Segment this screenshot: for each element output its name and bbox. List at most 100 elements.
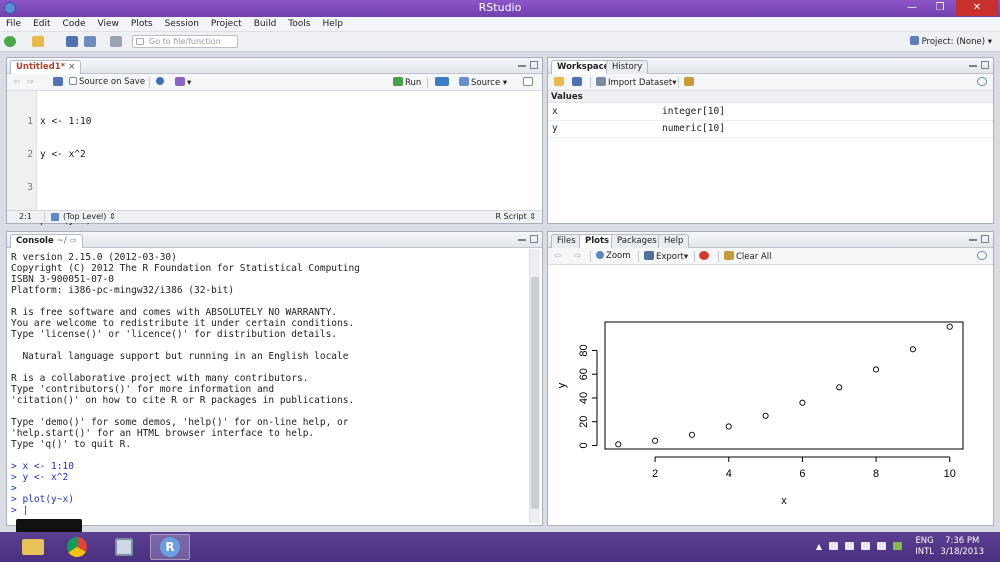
pane-minimize-icon[interactable] (969, 61, 977, 67)
save-workspace-icon[interactable] (572, 77, 584, 89)
code-tools-icon[interactable]: ▾ (175, 77, 191, 89)
tray-keyboard-icon[interactable] (829, 542, 838, 550)
pane-maximize-icon[interactable] (981, 61, 989, 69)
go-to-file-input[interactable]: Go to file/function (132, 35, 238, 48)
menu-plots[interactable]: Plots (125, 17, 159, 31)
back-arrow-icon[interactable]: ⇦ (13, 77, 20, 88)
code-line[interactable]: y <- x^2 (40, 149, 91, 160)
menu-session[interactable]: Session (159, 17, 205, 31)
tray-signal-icon[interactable] (861, 542, 870, 550)
tab-plots[interactable]: Plots (579, 234, 616, 248)
menu-tools[interactable]: Tools (282, 17, 316, 31)
new-file-icon[interactable] (4, 36, 16, 47)
refresh-icon[interactable] (977, 77, 989, 89)
editor-save-icon[interactable] (53, 77, 65, 89)
pane-maximize-icon[interactable] (530, 235, 538, 243)
save-icon[interactable] (66, 36, 78, 47)
source-on-save-checkbox[interactable]: Source on Save (69, 77, 145, 88)
show-hidden-icons-icon[interactable]: ▲ (816, 542, 822, 551)
taskbar-chrome[interactable] (58, 534, 98, 560)
console-line: > | (11, 505, 29, 516)
code-line[interactable]: x <- 1:10 (40, 116, 91, 127)
zoom-button[interactable]: Zoom (596, 251, 631, 262)
tab-help[interactable]: Help (658, 234, 690, 248)
run-button[interactable]: Run (393, 77, 421, 89)
pane-minimize-icon[interactable] (969, 235, 977, 241)
menu-view[interactable]: View (92, 17, 125, 31)
tab-files[interactable]: Files (551, 234, 582, 248)
taskbar-app[interactable] (104, 534, 144, 560)
pane-minimize-icon[interactable] (518, 235, 526, 241)
save-all-icon[interactable] (84, 36, 96, 47)
data-point (799, 399, 806, 406)
menu-edit[interactable]: Edit (27, 17, 56, 31)
tooltip-popup (16, 519, 82, 533)
y-tick-label: 40 (578, 392, 590, 404)
go-to-directory-icon[interactable]: ⇨ (70, 236, 77, 246)
console-line: > x <- 1:10 (11, 461, 74, 472)
find-icon[interactable] (156, 77, 166, 88)
console-line: Natural language support but running in … (11, 351, 349, 362)
scatter-plot: 2 4 6 8 10 0 20 40 60 80 x y (556, 321, 964, 507)
tray-network-icon[interactable] (845, 542, 854, 550)
language-indicator[interactable]: ENG INTL (915, 536, 934, 558)
import-dataset-button[interactable]: Import Dataset▾ (596, 77, 676, 89)
workspace-row[interactable]: x integer[10] (548, 104, 993, 121)
project-label: Project: (None) (921, 37, 986, 47)
menu-build[interactable]: Build (248, 17, 283, 31)
tab-console[interactable]: Console ~/ ⇨ (10, 234, 83, 248)
close-tab-icon[interactable]: × (68, 62, 75, 72)
console-output[interactable]: R version 2.15.0 (2012-03-30) Copyright (… (11, 252, 524, 516)
forward-arrow-icon[interactable]: ⇨ (27, 77, 34, 88)
taskbar-file-explorer[interactable] (12, 534, 52, 560)
workspace-row[interactable]: y numeric[10] (548, 121, 993, 138)
pane-maximize-icon[interactable] (981, 235, 989, 243)
minimize-button[interactable]: — (898, 0, 926, 16)
source-button[interactable]: Source ▾ (459, 77, 507, 89)
remove-plot-icon[interactable] (699, 251, 711, 263)
project-menu[interactable]: Project: (None) ▾ (909, 36, 992, 47)
scrollbar-thumb[interactable] (531, 277, 539, 509)
line-numbers: 1 2 3 4 (27, 116, 33, 226)
close-window-button[interactable]: ✕ (956, 0, 998, 16)
next-plot-icon[interactable]: ⇨ (574, 251, 581, 262)
previous-plot-icon[interactable]: ⇦ (554, 251, 561, 262)
tray-app-icon[interactable] (893, 542, 902, 550)
tab-untitled1[interactable]: Untitled1* × (10, 60, 82, 74)
refresh-icon[interactable] (977, 251, 989, 263)
console-line: You are welcome to redistribute it under… (11, 318, 355, 329)
filetype-selector[interactable]: R Script ⇕ (495, 211, 536, 223)
project-icon (909, 36, 919, 45)
scope-selector[interactable]: (Top Level) ⇕ (63, 211, 116, 223)
clear-all-button[interactable]: Clear All (724, 251, 771, 263)
broom-icon[interactable] (684, 77, 696, 89)
load-workspace-icon[interactable] (554, 77, 566, 89)
values-header: Values (548, 91, 993, 103)
taskbar-rstudio[interactable]: R (150, 534, 190, 560)
tray-volume-icon[interactable] (877, 542, 886, 550)
rerun-icon[interactable] (435, 77, 451, 89)
pane-maximize-icon[interactable] (530, 61, 538, 69)
open-folder-icon[interactable] (32, 36, 44, 47)
x-axis-label: x (781, 495, 787, 507)
y-tick-label: 60 (578, 368, 590, 380)
export-button[interactable]: Export▾ (644, 251, 688, 263)
code-line[interactable] (40, 182, 91, 193)
maximize-button[interactable]: ❐ (926, 0, 954, 16)
pane-minimize-icon[interactable] (518, 61, 526, 67)
menu-help[interactable]: Help (316, 17, 349, 31)
outline-icon[interactable] (523, 77, 535, 89)
print-icon[interactable] (110, 36, 122, 47)
menu-code[interactable]: Code (57, 17, 92, 31)
data-point (873, 366, 880, 373)
system-clock[interactable]: 7:36 PM 3/18/2013 (940, 536, 984, 558)
tab-packages[interactable]: Packages (611, 234, 663, 248)
data-point (652, 437, 659, 444)
y-axis-label: y (556, 382, 568, 388)
menu-project[interactable]: Project (205, 17, 248, 31)
console-scrollbar[interactable] (529, 249, 540, 523)
code-editor[interactable]: x <- 1:10 y <- x^2 plot(y~x) (40, 94, 91, 248)
menu-file[interactable]: File (0, 17, 27, 31)
window-title: RStudio (478, 1, 522, 14)
tab-history[interactable]: History (606, 60, 649, 74)
